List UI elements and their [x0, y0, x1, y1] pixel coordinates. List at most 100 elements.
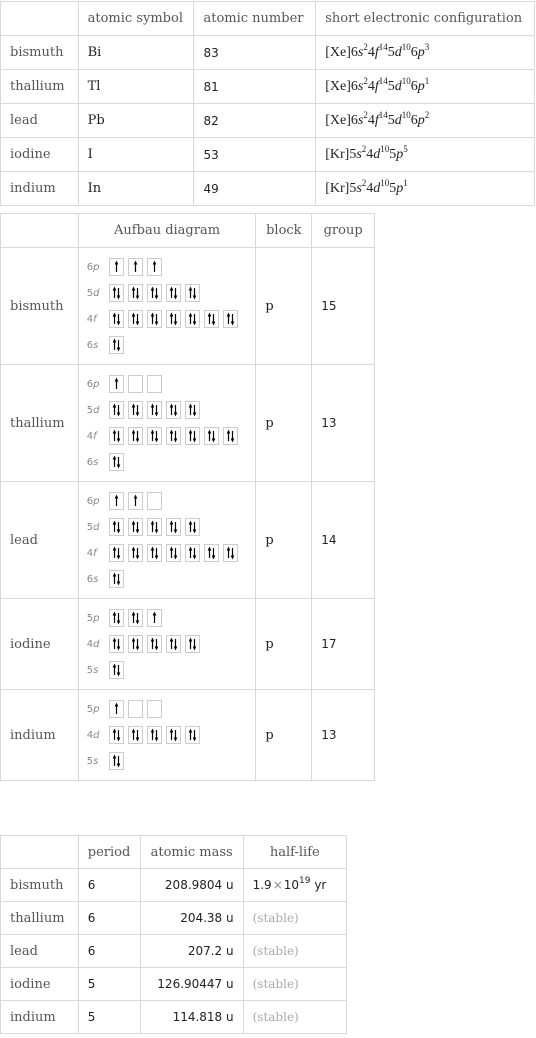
orbital-subshell-letter: s [93, 456, 99, 468]
orbital-box-paired [127, 726, 143, 744]
config-count: 5 [403, 143, 408, 154]
header-atomic-symbol: atomic symbol [77, 1, 195, 36]
spin-down-arrowhead [135, 555, 140, 560]
spin-down-arrowhead [211, 555, 216, 560]
config-text: 5 [387, 44, 395, 60]
orbital-label: 5s [87, 665, 109, 676]
spin-down-arrowhead [116, 464, 121, 469]
spin-up-arrowhead [169, 637, 174, 642]
half-life-status: (stable) [252, 911, 299, 925]
group: 14 [311, 481, 375, 599]
orbital-box-paired [146, 427, 162, 445]
header-corner [0, 835, 79, 869]
spin-down-arrowhead [173, 295, 178, 300]
spin-up-arrowhead [114, 260, 119, 265]
orbital-box-empty [146, 492, 162, 510]
orbital-box-paired [165, 726, 181, 744]
spin-down-arrowhead [192, 555, 197, 560]
header-block: block [255, 213, 313, 248]
orbital-subshell-letter: p [93, 703, 100, 715]
group: 15 [311, 247, 375, 365]
orbital-label: 6s [87, 340, 109, 351]
header-aufbau-diagram: Aufbau diagram [77, 213, 257, 248]
orbital-box-single [127, 258, 143, 276]
spin-down-arrowhead [116, 347, 121, 352]
config-text: [Xe]6 [325, 44, 358, 60]
spin-down-arrowhead [192, 295, 197, 300]
orbital-box-single [108, 258, 124, 276]
orbital-subshell-letter: p [93, 495, 100, 507]
orbital-box-paired [184, 284, 200, 302]
orbital-box-paired [146, 726, 162, 744]
orbital-label: 5p [87, 704, 109, 715]
atomic-symbol: In [77, 171, 195, 206]
config-count: 10 [380, 143, 390, 154]
half-life: (stable) [242, 967, 348, 1001]
orbital-box-paired [108, 570, 124, 588]
orbital-box-paired [165, 518, 181, 536]
spin-down-arrowhead [154, 412, 159, 417]
spin-up-arrowhead [131, 429, 136, 434]
spin-up-arrowhead [188, 728, 193, 733]
orbital-box-paired [146, 401, 162, 419]
orbital-row: 6p [87, 254, 248, 280]
orbital-row: 6s [87, 449, 248, 475]
config-text: 6 [410, 112, 418, 128]
spin-down-arrowhead [116, 321, 121, 326]
block: p [255, 481, 313, 599]
half-life-exponent: 19 [299, 876, 311, 886]
orbital-label: 6p [87, 262, 109, 273]
element-name: indium [0, 171, 79, 206]
orbital-box-paired [127, 518, 143, 536]
spin-up-arrowhead [131, 546, 136, 551]
orbital-row: 5d [87, 397, 248, 423]
atomic-mass: 114.818 u [139, 1000, 244, 1034]
header-corner [0, 1, 79, 36]
element-name: indium [0, 1000, 79, 1034]
spin-up-arrowhead [188, 546, 193, 551]
half-life-status: (stable) [252, 977, 299, 991]
orbital-row: 4f [87, 423, 248, 449]
table-row: lead 6p 5d 4f 6s p 14 [0, 481, 375, 599]
orbital-label: 5s [87, 756, 109, 767]
config-count: 10 [380, 177, 390, 188]
spin-down-arrowhead [116, 763, 121, 768]
spin-up-arrowhead [131, 611, 136, 616]
header-period: period [77, 835, 141, 869]
orbital-box-paired [165, 401, 181, 419]
atomic-symbol: Tl [77, 69, 195, 104]
table-row: iodine 5p 4d 5s p 17 [0, 598, 375, 690]
group: 17 [311, 598, 375, 690]
config-count: 3 [424, 41, 430, 52]
orbital-box-single [108, 492, 124, 510]
header-corner [0, 213, 79, 248]
orbital-subshell-letter: d [93, 404, 100, 416]
spin-down-arrowhead [154, 529, 159, 534]
atomic-mass: 207.2 u [139, 934, 244, 968]
group: 13 [311, 689, 375, 781]
block: p [255, 689, 313, 781]
orbital-subshell-letter: p [93, 261, 100, 273]
orbital-subshell-letter: s [93, 573, 99, 585]
orbital-label: 4d [87, 639, 109, 650]
half-life: (stable) [242, 934, 348, 968]
spin-up-arrowhead [112, 520, 117, 525]
orbital-box-empty [127, 375, 143, 393]
spin-down-arrowhead [154, 438, 159, 443]
element-name: iodine [0, 967, 79, 1001]
spin-down-arrowhead [173, 555, 178, 560]
header-half-life: half-life [242, 835, 348, 869]
spin-down-arrowhead [154, 737, 159, 742]
spin-up-arrowhead [112, 286, 117, 291]
atomic-mass: 126.90447 u [139, 967, 244, 1001]
half-life: (stable) [242, 1000, 348, 1034]
orbital-subshell-letter: d [93, 287, 100, 299]
table-row: indium 5 114.818 u (stable) [0, 1000, 348, 1034]
orbital-box-single [108, 700, 124, 718]
config-text: 4 [367, 78, 375, 94]
aufbau-diagram: 6p 5d 4f 6s [77, 364, 257, 482]
spin-up-arrowhead [169, 286, 174, 291]
orbital-subshell-letter: f [93, 547, 97, 559]
spin-down-arrowhead [135, 412, 140, 417]
spin-up-arrowhead [131, 403, 136, 408]
